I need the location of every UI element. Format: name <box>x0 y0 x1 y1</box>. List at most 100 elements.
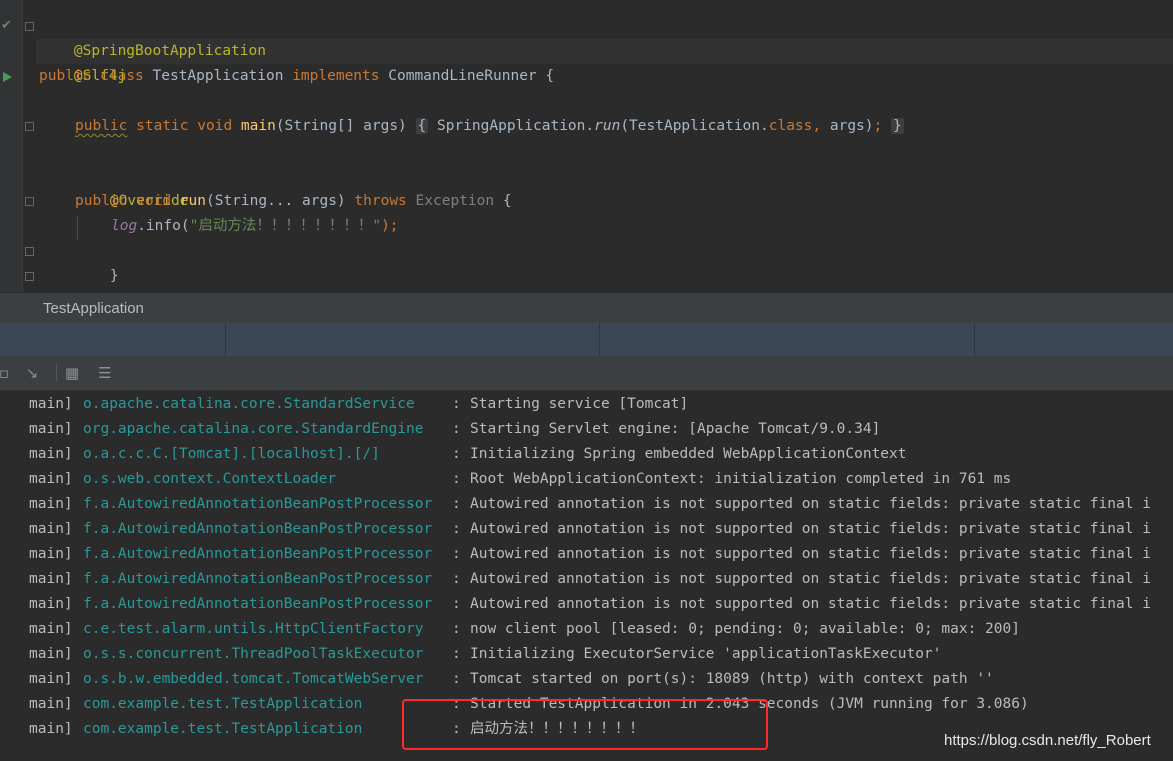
params: (String... args) <box>205 193 346 209</box>
breadcrumb: TestApplication <box>0 292 1173 324</box>
log-logger[interactable]: com.example.test.TestApplication <box>83 717 362 742</box>
fold-brace[interactable]: } <box>890 118 904 134</box>
log-message: Autowired annotation is not supported on… <box>470 571 1151 587</box>
log-logger[interactable]: o.s.web.context.ContextLoader <box>83 467 336 492</box>
fold-marker-icon[interactable] <box>25 272 34 281</box>
keyword: class <box>100 68 144 84</box>
log-row: main] f.a.AutowiredAnnotationBeanPostProc… <box>0 592 1173 617</box>
code-editor[interactable]: ✔ @SpringBootApplication @Slf4j public c… <box>0 0 1173 292</box>
table-icon[interactable]: ▦ <box>62 363 82 383</box>
log-thread: main] <box>29 571 73 587</box>
tool-window-header[interactable] <box>0 323 1173 356</box>
brace: } <box>109 268 119 284</box>
log-message: Tomcat started on port(s): 18089 (http) … <box>470 671 994 687</box>
method-call: .info( <box>137 218 190 234</box>
code-line-5: public static void main(String[] args) {… <box>75 114 904 139</box>
log-row: main] c.e.test.alarm.untils.HttpClientFac… <box>0 617 1173 642</box>
log-row: main] o.s.web.context.ContextLoader: Root … <box>0 467 1173 492</box>
log-separator: : <box>452 446 461 462</box>
toolbar-separator <box>56 364 57 382</box>
log-message: Autowired annotation is not supported on… <box>470 496 1151 512</box>
interface-name: CommandLineRunner <box>388 68 537 84</box>
keyword: static <box>136 118 189 134</box>
fold-marker-icon[interactable] <box>25 247 34 256</box>
indent-guide <box>77 216 78 240</box>
method-name: run <box>179 193 206 209</box>
log-separator: : <box>452 596 461 612</box>
log-logger[interactable]: c.e.test.alarm.untils.HttpClientFactory <box>83 617 423 642</box>
field-name: log <box>111 218 138 234</box>
settings-icon[interactable]: ☰ <box>95 363 115 383</box>
log-separator: : <box>452 496 461 512</box>
log-row: main] o.a.c.c.C.[Tomcat].[localhost].[/]:… <box>0 442 1173 467</box>
log-row: main] org.apache.catalina.core.StandardEn… <box>0 417 1173 442</box>
call-method: run <box>594 118 621 134</box>
log-row: main] o.apache.catalina.core.StandardServ… <box>0 392 1173 417</box>
log-thread: main] <box>29 621 73 637</box>
log-logger[interactable]: o.s.s.concurrent.ThreadPoolTaskExecutor <box>83 642 423 667</box>
log-thread: main] <box>29 596 73 612</box>
keyword: void <box>136 193 172 209</box>
log-logger[interactable]: o.a.c.c.C.[Tomcat].[localhost].[/] <box>83 442 380 467</box>
log-separator: : <box>452 471 461 487</box>
log-logger[interactable]: org.apache.catalina.core.StandardEngine <box>83 417 423 442</box>
keyword: public <box>75 193 128 209</box>
log-row: main] f.a.AutowiredAnnotationBeanPostProc… <box>0 517 1173 542</box>
log-separator: : <box>452 546 461 562</box>
call-class: SpringApplication. <box>436 118 595 134</box>
restore-layout-icon[interactable]: ↘ <box>22 363 42 383</box>
keyword: class <box>768 118 813 134</box>
header-divider <box>225 323 226 356</box>
log-thread: main] <box>29 396 73 412</box>
call-args: (TestApplication. <box>620 118 769 134</box>
log-logger[interactable]: o.s.b.w.embedded.tomcat.TomcatWebServer <box>83 667 423 692</box>
log-logger[interactable]: o.apache.catalina.core.StandardService <box>83 392 415 417</box>
fold-brace[interactable]: { <box>415 118 429 134</box>
keyword: public <box>39 68 92 84</box>
string-literal: "启动方法！！！！！！！！" <box>189 218 382 234</box>
code-line-1: @SpringBootApplication <box>39 14 266 59</box>
breadcrumb-item[interactable]: TestApplication <box>43 293 144 324</box>
log-message: Autowired annotation is not supported on… <box>470 546 1151 562</box>
header-divider <box>599 323 600 356</box>
log-thread: main] <box>29 496 73 512</box>
log-thread: main] <box>29 696 73 712</box>
statement-end: ); <box>381 218 399 234</box>
log-thread: main] <box>29 521 73 537</box>
brace: { <box>545 68 555 84</box>
log-logger[interactable]: f.a.AutowiredAnnotationBeanPostProcessor <box>83 492 432 517</box>
code-line-11: } <box>39 264 83 289</box>
fold-marker-icon[interactable] <box>25 22 34 31</box>
log-thread: main] <box>29 446 73 462</box>
log-logger[interactable]: f.a.AutowiredAnnotationBeanPostProcessor <box>83 567 432 592</box>
fold-marker-icon[interactable] <box>25 197 34 206</box>
log-message: Starting Servlet engine: [Apache Tomcat/… <box>470 421 881 437</box>
log-separator: : <box>452 521 461 537</box>
log-row: main] f.a.AutowiredAnnotationBeanPostProc… <box>0 542 1173 567</box>
keyword: implements <box>292 68 380 84</box>
log-logger[interactable]: f.a.AutowiredAnnotationBeanPostProcessor <box>83 517 432 542</box>
keyword: void <box>197 118 233 134</box>
log-logger[interactable]: com.example.test.TestApplication <box>83 692 362 717</box>
spring-bean-icon[interactable]: ✔ <box>1 18 17 34</box>
comma: , <box>812 118 822 134</box>
call-args: args) <box>821 118 874 134</box>
code-line-8: public void run(String... args) throws E… <box>75 189 512 214</box>
log-logger[interactable]: f.a.AutowiredAnnotationBeanPostProcessor <box>83 592 432 617</box>
log-message: Autowired annotation is not supported on… <box>470 596 1151 612</box>
code-line-3: public class TestApplication implements … <box>39 64 554 89</box>
fold-marker-icon[interactable] <box>25 122 34 131</box>
run-icon[interactable] <box>3 72 12 82</box>
semicolon: ; <box>873 118 883 134</box>
log-row: main] o.s.s.concurrent.ThreadPoolTaskExec… <box>0 642 1173 667</box>
log-message: now client pool [leased: 0; pending: 0; … <box>470 621 1020 637</box>
log-logger[interactable]: f.a.AutowiredAnnotationBeanPostProcessor <box>83 542 432 567</box>
editor-gutter[interactable] <box>0 0 22 292</box>
log-separator: : <box>452 421 461 437</box>
log-thread: main] <box>29 471 73 487</box>
stop-icon[interactable]: ▫ <box>0 363 14 383</box>
log-thread: main] <box>29 646 73 662</box>
log-message: Autowired annotation is not supported on… <box>470 521 1151 537</box>
code-line-10: } <box>75 239 119 284</box>
console-toolbar: ▫ ↘ ▦ ☰ <box>0 356 1173 391</box>
